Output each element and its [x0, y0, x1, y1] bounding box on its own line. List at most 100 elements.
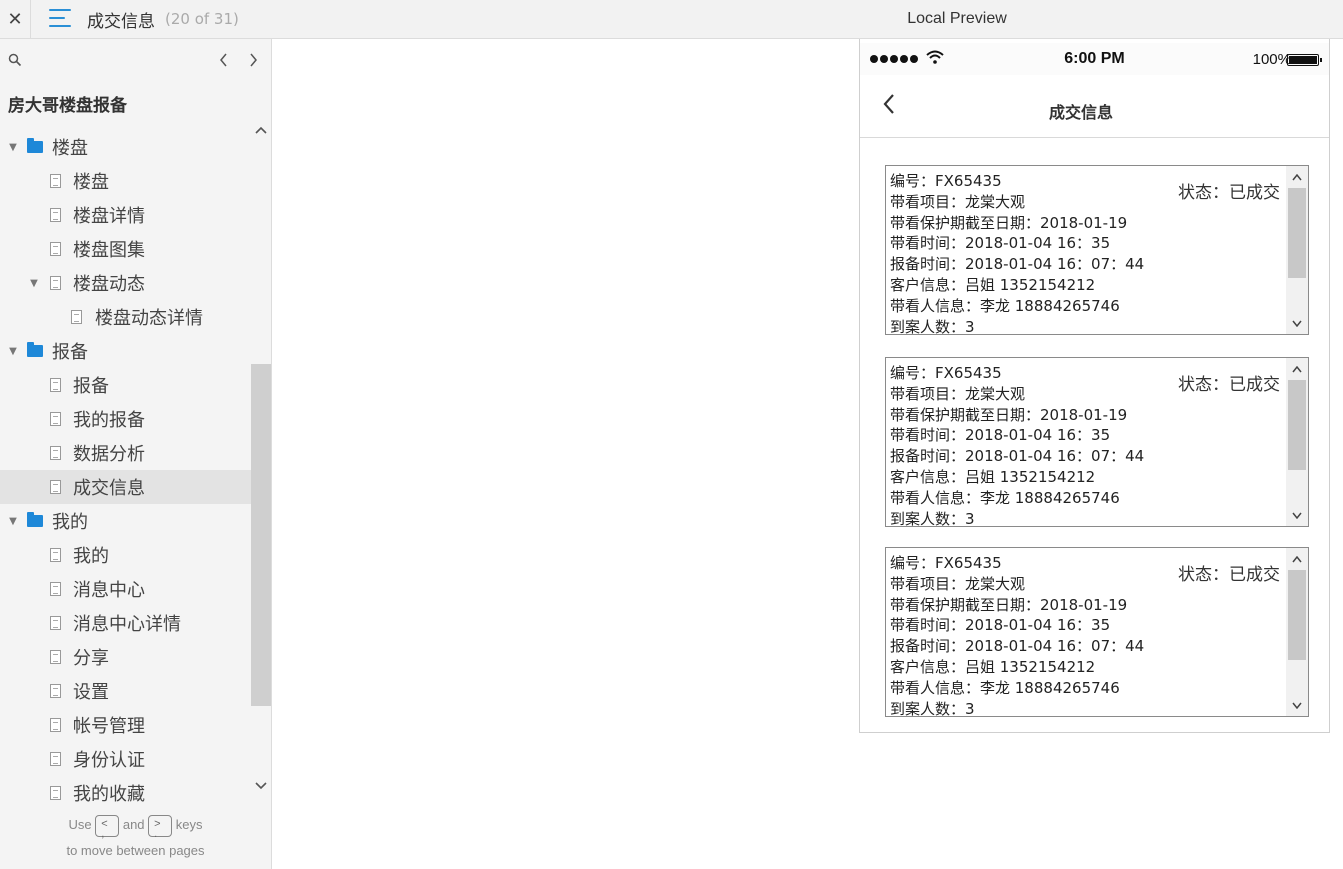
- close-icon[interactable]: ✕: [0, 0, 31, 38]
- keyboard-hint: Use <, and >. keys to move between pages: [0, 812, 271, 864]
- phone-preview: 6:00 PM 100% 成交信息 编号：FX65435 带看项目：龙棠大观 带…: [859, 39, 1330, 733]
- tree-label: 楼盘动态详情: [95, 308, 203, 329]
- tree-folder-baobei[interactable]: ▼ 报备: [0, 334, 251, 368]
- deal-field: 带看时间：2018-01-04 16：35: [890, 234, 1111, 253]
- chevron-right-icon[interactable]: [244, 49, 262, 71]
- page-icon: [50, 174, 61, 188]
- sidebar: 房大哥楼盘报备 ▼ 楼盘 楼盘 楼盘详情 楼盘图集 ▼ 楼盘动态 楼盘动态详情: [0, 39, 272, 869]
- hint-text: Use: [68, 817, 92, 832]
- chevron-left-icon[interactable]: [215, 49, 233, 71]
- deal-field: 客户信息：吕姐 1352154212: [890, 275, 1096, 294]
- tree-label: 消息中心: [73, 580, 145, 601]
- tree-page-settings[interactable]: 设置: [0, 674, 251, 708]
- tree-page-loupan[interactable]: 楼盘: [0, 164, 251, 198]
- nav-bar: 成交信息: [860, 75, 1329, 138]
- tree-page-messages[interactable]: 消息中心: [0, 572, 251, 606]
- tree-page-loupan-gallery[interactable]: 楼盘图集: [0, 232, 251, 266]
- page-icon: [50, 412, 61, 426]
- page-title: 成交信息 (20 of 31): [87, 0, 239, 38]
- tree-page-account[interactable]: 帐号管理: [0, 708, 251, 742]
- deal-card[interactable]: 编号：FX65435 带看项目：龙棠大观 带看保护期截至日期：2018-01-1…: [885, 357, 1309, 527]
- folder-icon: [27, 512, 43, 527]
- nav-title: 成交信息: [1048, 103, 1113, 122]
- tree-label: 报备: [73, 376, 109, 397]
- deal-field: 带看时间：2018-01-04 16：35: [890, 426, 1111, 445]
- deal-field: 带看保护期截至日期：2018-01-19: [890, 213, 1128, 232]
- status-bar: 6:00 PM 100%: [860, 43, 1329, 75]
- caret-down-icon[interactable]: ▼: [8, 142, 18, 153]
- tree-label: 楼盘动态: [73, 274, 145, 295]
- caret-down-icon[interactable]: ▼: [8, 516, 18, 527]
- battery-icon: [1287, 54, 1322, 66]
- tree-page-loupan-news-detail[interactable]: 楼盘动态详情: [0, 300, 251, 334]
- sidebar-scroll-thumb[interactable]: [251, 364, 271, 706]
- deal-field: 报备时间：2018-01-04 16：07：44: [890, 447, 1145, 466]
- tree-label: 楼盘: [73, 172, 109, 193]
- deal-field: 报备时间：2018-01-04 16：07：44: [890, 637, 1145, 656]
- page-tree: ▼ 楼盘 楼盘 楼盘详情 楼盘图集 ▼ 楼盘动态 楼盘动态详情 ▼ 报备 报备 …: [0, 130, 251, 805]
- chevron-down-icon[interactable]: [1289, 697, 1305, 713]
- tree-label: 身份认证: [73, 750, 145, 771]
- tree-page-mine[interactable]: 我的: [0, 538, 251, 572]
- page-icon: [50, 684, 61, 698]
- tree-page-favorites[interactable]: 我的收藏: [0, 776, 251, 805]
- card-scroll-thumb[interactable]: [1288, 570, 1306, 660]
- page-icon: [50, 378, 61, 392]
- tree-folder-mine[interactable]: ▼ 我的: [0, 504, 251, 538]
- chevron-down-icon[interactable]: [1289, 315, 1305, 331]
- deal-field: 到案人数：3: [890, 317, 975, 335]
- tree-page-identity[interactable]: 身份认证: [0, 742, 251, 776]
- tree-label: 报备: [52, 342, 88, 363]
- tree-page-loupan-detail[interactable]: 楼盘详情: [0, 198, 251, 232]
- tree-page-share[interactable]: 分享: [0, 640, 251, 674]
- tree-page-message-detail[interactable]: 消息中心详情: [0, 606, 251, 640]
- status-badge: 状态：已成交: [1178, 375, 1280, 395]
- hint-text: to move between pages: [66, 843, 205, 858]
- chevron-up-icon[interactable]: [1289, 169, 1305, 185]
- tree-label: 成交信息: [73, 478, 145, 499]
- deal-field: 带看保护期截至日期：2018-01-19: [890, 405, 1128, 424]
- page-icon: [50, 208, 61, 222]
- deal-field: 带看人信息：李龙 18884265746: [890, 678, 1120, 697]
- deal-field: 到案人数：3: [890, 509, 975, 527]
- search-icon[interactable]: [8, 53, 24, 69]
- tree-label: 我的收藏: [73, 784, 145, 805]
- deal-card[interactable]: 编号：FX65435 带看项目：龙棠大观 带看保护期截至日期：2018-01-1…: [885, 165, 1309, 335]
- deal-field: 带看人信息：李龙 18884265746: [890, 296, 1120, 315]
- deal-field: 报备时间：2018-01-04 16：07：44: [890, 255, 1145, 274]
- tree-page-deal-info[interactable]: 成交信息: [0, 470, 251, 504]
- chevron-up-icon[interactable]: [1289, 551, 1305, 567]
- status-badge: 状态：已成交: [1178, 565, 1280, 585]
- caret-down-icon[interactable]: ▼: [29, 278, 39, 289]
- tree-page-baobei[interactable]: 报备: [0, 368, 251, 402]
- page-count: (20 of 31): [165, 10, 239, 28]
- card-scroll-thumb[interactable]: [1288, 188, 1306, 278]
- page-icon: [50, 616, 61, 630]
- card-scroll-thumb[interactable]: [1288, 380, 1306, 470]
- deal-field: 带看保护期截至日期：2018-01-19: [890, 595, 1128, 614]
- page-icon: [50, 548, 61, 562]
- chevron-up-icon[interactable]: [1289, 361, 1305, 377]
- deal-field: 到案人数：3: [890, 699, 975, 717]
- deal-field: 客户信息：吕姐 1352154212: [890, 657, 1096, 676]
- tree-page-my-baobei[interactable]: 我的报备: [0, 402, 251, 436]
- tree-label: 分享: [73, 648, 109, 669]
- tree-page-data-analysis[interactable]: 数据分析: [0, 436, 251, 470]
- page-icon: [50, 650, 61, 664]
- chevron-up-icon[interactable]: [253, 122, 269, 138]
- deal-card[interactable]: 编号：FX65435 带看项目：龙棠大观 带看保护期截至日期：2018-01-1…: [885, 547, 1309, 717]
- deal-field: 客户信息：吕姐 1352154212: [890, 467, 1096, 486]
- caret-down-icon[interactable]: ▼: [8, 346, 18, 357]
- tree-label: 数据分析: [73, 444, 145, 465]
- tree-label: 楼盘详情: [73, 206, 145, 227]
- chevron-down-icon[interactable]: [253, 778, 269, 794]
- chevron-down-icon[interactable]: [1289, 507, 1305, 523]
- menu-icon[interactable]: [49, 6, 73, 30]
- page-icon: [50, 718, 61, 732]
- tree-label: 我的: [73, 546, 109, 567]
- tree-page-loupan-news[interactable]: ▼ 楼盘动态: [0, 266, 251, 300]
- page-icon: [50, 446, 61, 460]
- tree-folder-loupan[interactable]: ▼ 楼盘: [0, 130, 251, 164]
- page-icon: [50, 786, 61, 800]
- page-icon: [50, 752, 61, 766]
